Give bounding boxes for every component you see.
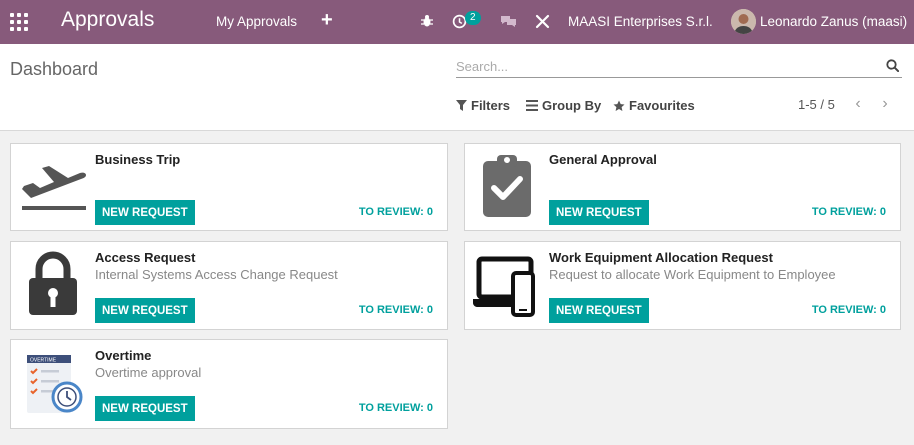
laptop-phone-icon [471,248,543,320]
card-title: Access Request [95,250,196,265]
control-panel: Dashboard Filters Group By Favourites 1-… [0,44,914,131]
favourites-label: Favourites [629,98,695,113]
favourites-button[interactable]: Favourites [613,98,695,113]
activity-count-badge: 2 [465,11,481,25]
pager-previous-icon[interactable]: ‹ [851,95,865,112]
overtime-icon-label: OVERTIME [30,358,57,364]
card-title: Business Trip [95,152,181,167]
padlock-icon [17,248,89,320]
group-by-label: Group By [542,98,602,113]
new-request-button[interactable]: NEW REQUEST [95,298,195,323]
group-by-button[interactable]: Group By [526,98,601,113]
approval-card-access-request: Access Request Internal Systems Access C… [10,241,448,330]
chat-bubbles-icon[interactable] [499,12,517,30]
debug-bug-icon[interactable] [418,12,436,30]
search-bar [456,56,902,78]
breadcrumb: Dashboard [10,59,99,79]
menu-my-approvals[interactable]: My Approvals [216,14,297,29]
clipboard-check-icon [471,150,543,222]
airplane-icon [17,150,89,222]
tools-icon[interactable] [533,12,551,30]
user-menu[interactable]: Leonardo Zanus (maasi) [760,14,907,29]
company-switcher[interactable]: MAASI Enterprises S.r.l. [568,14,713,29]
card-description: Overtime approval [95,365,202,380]
add-menu-button[interactable]: + [321,9,333,32]
approval-card-general-approval: General Approval NEW REQUEST TO REVIEW: … [464,143,901,231]
filters-button[interactable]: Filters [456,98,510,113]
to-review-link[interactable]: TO REVIEW: 0 [359,402,433,414]
search-icon[interactable] [886,59,900,73]
app-title[interactable]: Approvals [61,8,154,32]
new-request-button[interactable]: NEW REQUEST [549,200,649,225]
user-avatar[interactable] [731,9,756,34]
to-review-link[interactable]: TO REVIEW: 0 [359,304,433,316]
approval-card-overtime: OVERTIME Overtime Overtime approval NEW … [10,339,448,429]
pager-value[interactable]: 1-5 / 5 [798,97,835,112]
to-review-link[interactable]: TO REVIEW: 0 [812,304,886,316]
to-review-link[interactable]: TO REVIEW: 0 [812,206,886,218]
new-request-button[interactable]: NEW REQUEST [95,396,195,421]
overtime-clock-icon: OVERTIME [17,346,89,418]
filters-label: Filters [471,98,511,113]
star-icon [613,100,625,111]
to-review-link[interactable]: TO REVIEW: 0 [359,206,433,218]
approval-card-work-equipment: Work Equipment Allocation Request Reques… [464,241,901,330]
card-title: Work Equipment Allocation Request [549,250,773,265]
card-description: Request to allocate Work Equipment to Em… [549,267,836,282]
group-by-bars-icon [526,100,538,111]
top-navbar: Approvals My Approvals + 2 MAASI Enterpr… [0,0,914,44]
filter-funnel-icon [456,100,467,111]
search-input[interactable] [456,56,876,76]
new-request-button[interactable]: NEW REQUEST [549,298,649,323]
pager-next-icon[interactable]: › [878,95,892,112]
apps-grid-icon[interactable] [10,13,28,31]
new-request-button[interactable]: NEW REQUEST [95,200,195,225]
card-description: Internal Systems Access Change Request [95,267,338,282]
card-title: General Approval [549,152,657,167]
card-title: Overtime [95,348,152,363]
approval-card-business-trip: Business Trip NEW REQUEST TO REVIEW: 0 [10,143,448,231]
